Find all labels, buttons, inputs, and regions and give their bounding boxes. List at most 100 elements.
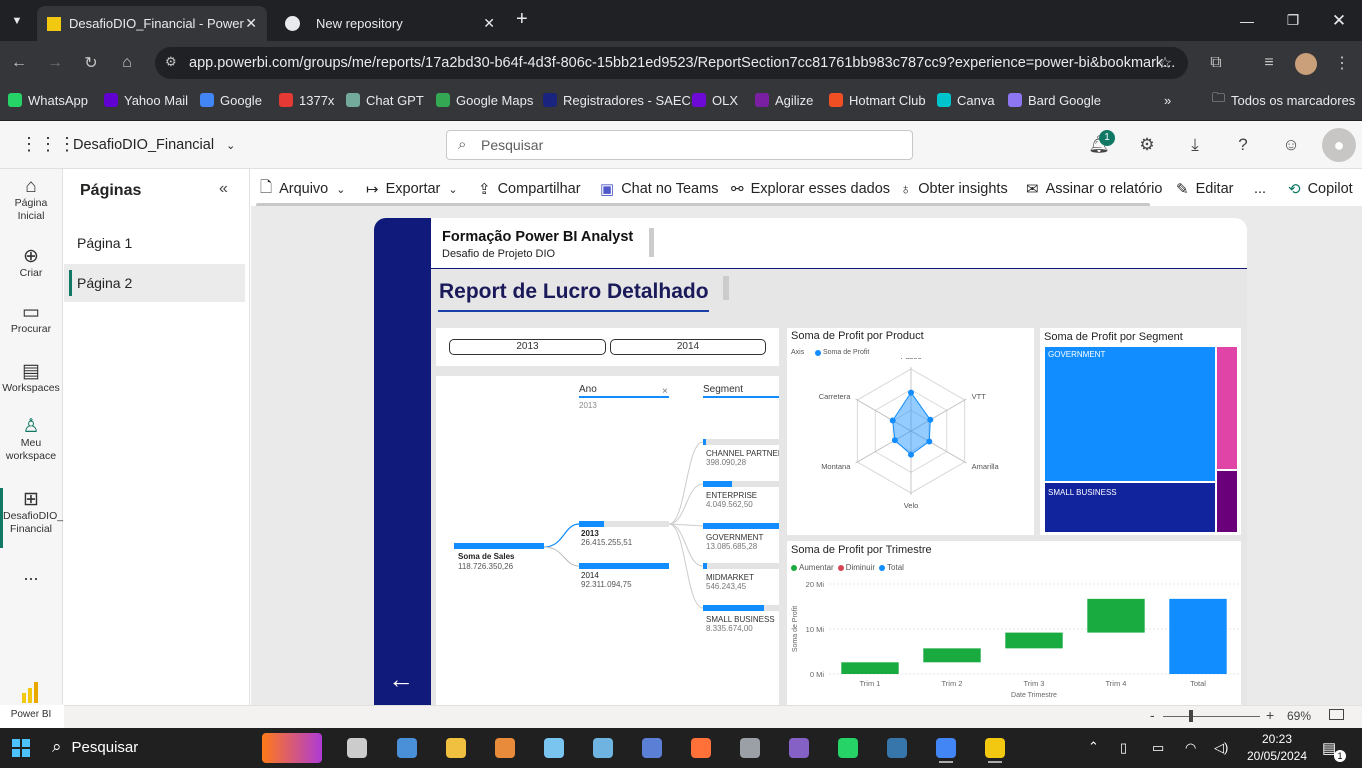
collapse-pages-icon[interactable]: «	[219, 180, 228, 198]
decomp-close-icon[interactable]: ×	[662, 386, 668, 397]
radar-point[interactable]	[927, 416, 934, 423]
firefox-icon[interactable]	[686, 733, 716, 763]
media-icon[interactable]: ≡	[1254, 48, 1284, 78]
bookmark-item[interactable]: Google	[200, 85, 262, 115]
bookmark-item[interactable]: Chat GPT	[346, 85, 424, 115]
page-item-1[interactable]: Página 1	[64, 228, 245, 258]
minimize-icon[interactable]: —	[1224, 0, 1270, 41]
bookmark-item[interactable]: Registradores - SAEC	[543, 85, 691, 115]
nav-home[interactable]: ⌂ Página Inicial	[0, 177, 62, 223]
whatsapp-icon[interactable]	[833, 733, 863, 763]
nav-my-workspace[interactable]: ♙ Meu workspace	[0, 417, 62, 463]
task-view-icon[interactable]	[342, 733, 372, 763]
chrome-menu-icon[interactable]: ⋮	[1327, 48, 1357, 78]
radar-point[interactable]	[889, 417, 896, 424]
ribbon-more-button[interactable]: ...	[1254, 178, 1266, 200]
ribbon-edit-button[interactable]: ✎ Editar	[1176, 178, 1233, 200]
zoom-in-button[interactable]: +	[1266, 707, 1274, 723]
python-icon[interactable]	[882, 733, 912, 763]
all-bookmarks-folder[interactable]: 🗀 Todos os marcadores	[1212, 85, 1355, 115]
forward-icon[interactable]: →	[40, 48, 70, 78]
zoom-out-button[interactable]: -	[1150, 707, 1155, 723]
paint-icon[interactable]	[490, 733, 520, 763]
bookmark-item[interactable]: OLX	[692, 85, 738, 115]
waterfall-bar[interactable]	[1087, 598, 1145, 633]
ribbon-subscribe-button[interactable]: ✉ Assinar o relatório	[1026, 178, 1162, 200]
user-avatar[interactable]: ●	[1322, 128, 1356, 162]
workspace-title[interactable]: DesafioDIO_Financial ⌄	[73, 137, 235, 153]
radar-point[interactable]	[926, 438, 933, 445]
nav-more[interactable]: ...	[0, 565, 62, 583]
waterfall-plot[interactable]: 20 Mi 10 Mi 0 Mi Soma de Profit Trim 1 Trim 2…	[787, 541, 1241, 705]
nav-workspaces[interactable]: ▤ Workspaces	[0, 362, 62, 395]
decomp-segment-track[interactable]	[703, 439, 779, 445]
restore-icon[interactable]: ❐	[1270, 0, 1316, 41]
radar-point[interactable]	[908, 451, 914, 458]
taskbar-clock[interactable]: 20:23 20/05/2024	[1246, 731, 1308, 765]
extensions-icon[interactable]: ⧉	[1201, 48, 1231, 78]
page-item-2[interactable]: Página 2	[64, 264, 245, 302]
feedback-icon[interactable]: ☺	[1278, 132, 1304, 158]
download-icon[interactable]: ⤓	[1182, 132, 1208, 158]
decomp-col-ano[interactable]: Ano	[579, 384, 669, 398]
zoom-slider-thumb[interactable]	[1189, 710, 1193, 722]
treemap-tile-enterprise[interactable]	[1216, 346, 1238, 470]
file-explorer-icon[interactable]	[441, 733, 471, 763]
search-input[interactable]: ⌕ Pesquisar	[446, 130, 913, 160]
close-tab-icon[interactable]: ✕	[245, 15, 257, 32]
bookmark-star-icon[interactable]: ☆	[1150, 48, 1180, 78]
site-info-icon[interactable]: ⚙	[165, 54, 177, 70]
tab-search-button[interactable]: ▼	[2, 6, 32, 36]
notepad-icon[interactable]	[588, 733, 618, 763]
close-window-icon[interactable]: ✕	[1316, 0, 1362, 41]
wifi-icon[interactable]: ◠	[1185, 740, 1196, 756]
treemap-tile-small-business[interactable]: SMALL BUSINESS	[1044, 482, 1216, 533]
radar-point[interactable]	[908, 389, 914, 396]
home-icon[interactable]: ⌂	[112, 48, 142, 78]
ribbon-insights-button[interactable]: ♁ Obter insights	[900, 178, 1008, 200]
back-arrow-icon[interactable]: ←	[388, 664, 414, 695]
slicer-year-2013[interactable]: 2013	[449, 339, 606, 355]
nav-browse[interactable]: ▭ Procurar	[0, 303, 62, 336]
help-icon[interactable]: ?	[1230, 132, 1256, 158]
tray-chevron-icon[interactable]: ⌃	[1088, 739, 1099, 755]
waterfall-bar[interactable]	[1169, 598, 1227, 674]
nav-create[interactable]: ⊕ Criar	[0, 247, 62, 280]
nav-report-desafio[interactable]: ⊞ DesafioDIO_ Financial	[0, 490, 63, 536]
powerbi-taskbar-icon[interactable]	[980, 733, 1010, 763]
waterfall-bar[interactable]	[923, 648, 981, 663]
bookmark-item[interactable]: Yahoo Mail	[104, 85, 188, 115]
reload-icon[interactable]: ↻	[76, 48, 106, 78]
bookmark-item[interactable]: Google Maps	[436, 85, 533, 115]
tray-device-icon[interactable]: ▯	[1120, 740, 1127, 756]
bookmark-item[interactable]: Agilize	[755, 85, 813, 115]
waterfall-bar[interactable]	[841, 662, 899, 674]
bookmark-item[interactable]: Canva	[937, 85, 995, 115]
back-icon[interactable]: ←	[4, 48, 34, 78]
fit-to-page-icon[interactable]	[1329, 709, 1344, 720]
bookmarks-overflow-button[interactable]: »	[1164, 85, 1171, 115]
camera-icon[interactable]	[735, 733, 765, 763]
decomp-root-bar[interactable]	[454, 543, 544, 549]
calculator-icon[interactable]	[637, 733, 667, 763]
settings-gear-icon[interactable]: ⚙	[1134, 132, 1160, 158]
treemap-tile-midmarket[interactable]	[1216, 470, 1238, 533]
ribbon-export-button[interactable]: ↦ Exportar ⌄	[366, 178, 458, 200]
tab-new-repository[interactable]: New repository ✕	[275, 6, 505, 41]
ribbon-file-button[interactable]: 🗋︎ Arquivo ⌄	[260, 178, 345, 200]
slicer-year-2014[interactable]: 2014	[610, 339, 766, 355]
bookmark-item[interactable]: 1377x	[279, 85, 334, 115]
battery-icon[interactable]: ▭	[1152, 740, 1164, 756]
chrome-icon[interactable]	[931, 733, 961, 763]
paint-3d-icon[interactable]	[539, 733, 569, 763]
ribbon-copilot-button[interactable]: ⟲ Copilot	[1288, 178, 1353, 200]
ribbon-teams-button[interactable]: ▣ Chat no Teams	[600, 178, 718, 200]
bookmark-item[interactable]: Hotmart Club	[829, 85, 926, 115]
address-bar[interactable]: ⚙ app.powerbi.com/groups/me/reports/17a2…	[155, 47, 1188, 79]
zoom-level[interactable]: 69%	[1287, 709, 1311, 723]
zoom-slider[interactable]	[1163, 716, 1260, 717]
treemap-tile-government[interactable]: GOVERNMENT	[1044, 346, 1216, 482]
new-tab-button[interactable]: +	[516, 8, 528, 31]
waterfall-bar[interactable]	[1005, 632, 1063, 649]
taskbar-search[interactable]: ⌕ Pesquisar	[52, 737, 138, 757]
